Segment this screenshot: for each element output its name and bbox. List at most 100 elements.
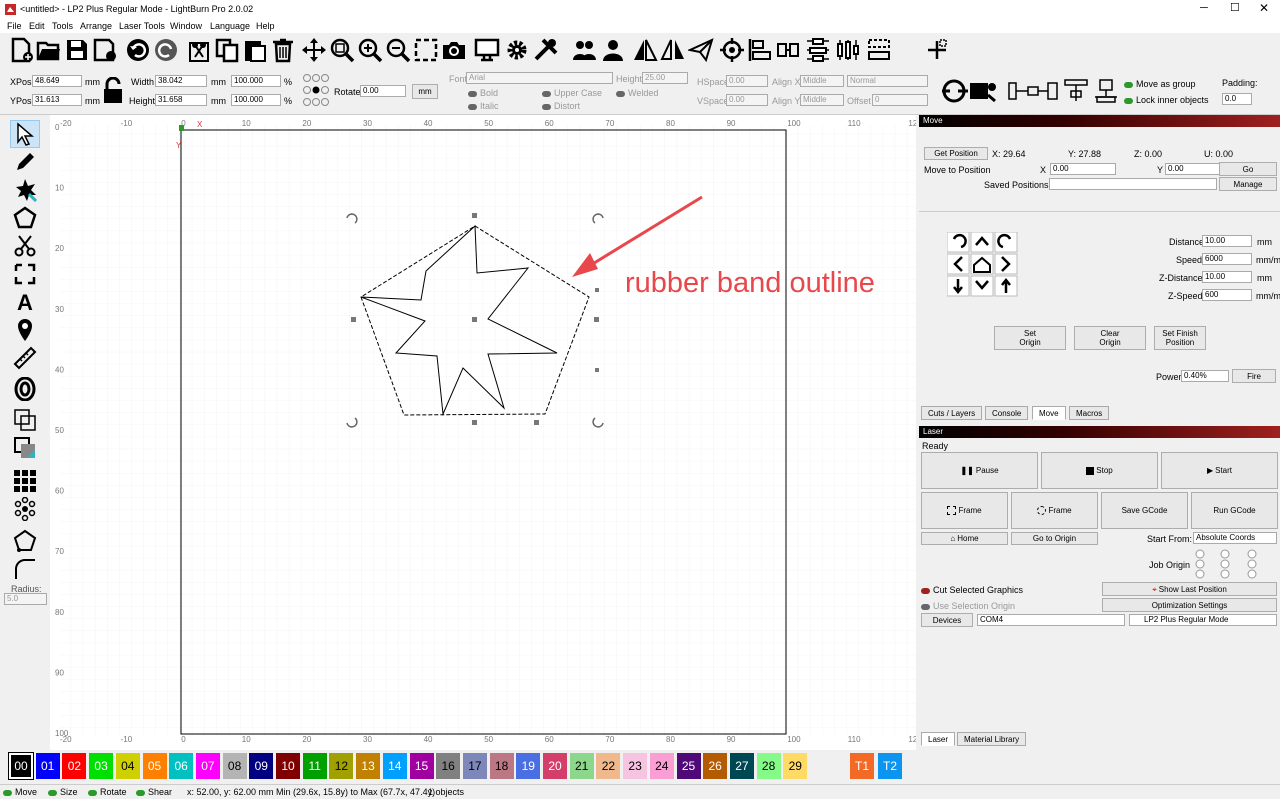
z-speed-field[interactable]: 600 (1202, 289, 1252, 301)
width-percent-field[interactable]: 100.000 (231, 75, 281, 87)
target-crosshair-icon[interactable] (717, 35, 747, 65)
uppercase-toggle[interactable]: Upper Case (542, 88, 602, 98)
radius-field[interactable]: 5.0 (4, 593, 47, 605)
dock-icon[interactable] (864, 35, 894, 65)
menu-language[interactable]: Language (210, 21, 250, 31)
minimize-button[interactable]: ─ (1200, 2, 1208, 14)
layer-color-22[interactable]: 22 (596, 753, 621, 779)
edit-star-icon[interactable] (10, 176, 40, 204)
zoom-out-icon[interactable] (383, 35, 413, 65)
layer-color-09[interactable]: 09 (249, 753, 274, 779)
path-order-icon[interactable] (1008, 77, 1060, 105)
height-field[interactable]: 31.658 (155, 94, 207, 106)
monitor-icon[interactable] (472, 35, 502, 65)
start-from-select[interactable]: Absolute Coords (1193, 532, 1277, 544)
layer-color-05[interactable]: 05 (142, 753, 167, 779)
tab-console[interactable]: Console (985, 406, 1029, 420)
save-icon[interactable] (62, 35, 92, 65)
rotary-icon[interactable] (940, 77, 970, 105)
start-button[interactable]: ▶ Start (1161, 452, 1278, 489)
layer-color-02[interactable]: 02 (62, 753, 87, 779)
align-bars-icon[interactable] (833, 35, 863, 65)
pause-button[interactable]: ❚❚ Pause (921, 452, 1038, 489)
use-selection-origin-toggle[interactable]: Use Selection Origin (921, 601, 1015, 611)
layer-color-17[interactable]: 17 (462, 753, 487, 779)
show-last-position-button[interactable]: ⌖ Show Last Position (1102, 582, 1277, 596)
grid-array-icon[interactable] (10, 467, 40, 495)
device-select[interactable]: LP2 Plus Regular Mode (1129, 614, 1277, 626)
job-origin-selector[interactable] (1194, 549, 1260, 579)
new-file-icon[interactable] (6, 35, 36, 65)
tee-layout-icon[interactable] (1063, 77, 1091, 105)
zoom-frame-icon[interactable] (411, 35, 441, 65)
zoom-in-icon[interactable] (355, 35, 385, 65)
frame-rect-button[interactable]: Frame (921, 492, 1008, 529)
menu-help[interactable]: Help (256, 21, 275, 31)
design-canvas[interactable]: X Y -20-100102030405060708090100110120 0… (50, 115, 916, 750)
manage-button[interactable]: Manage (1219, 177, 1277, 191)
font-select[interactable]: Arial (466, 72, 613, 84)
machine-icon[interactable] (968, 77, 998, 105)
fire-button[interactable]: Fire (1232, 369, 1276, 383)
lock-inner-toggle[interactable]: Lock inner objects (1124, 95, 1209, 105)
set-origin-button[interactable]: Set Origin (994, 326, 1066, 350)
run-gcode-button[interactable]: Run GCode (1191, 492, 1278, 529)
optimization-settings-button[interactable]: Optimization Settings (1102, 598, 1277, 612)
flip-horizontal-icon[interactable] (630, 35, 660, 65)
select-tool-icon[interactable] (10, 120, 40, 148)
layer-color-14[interactable]: 14 (382, 753, 407, 779)
layer-color-00[interactable]: 00 (8, 752, 34, 780)
layer-color-03[interactable]: 03 (89, 753, 114, 779)
layer-color-12[interactable]: 12 (329, 753, 354, 779)
lock-aspect-icon[interactable] (102, 77, 124, 105)
saved-positions-select[interactable] (1049, 178, 1217, 190)
layer-color-T2[interactable]: T2 (878, 753, 902, 779)
home-button[interactable]: ⌂ Home (921, 532, 1008, 545)
zoom-fit-icon[interactable] (327, 35, 357, 65)
rectangle-tool-icon[interactable] (10, 260, 40, 288)
mirror-icon[interactable] (658, 35, 688, 65)
clear-origin-button[interactable]: Clear Origin (1074, 326, 1146, 350)
weld-icon[interactable] (10, 406, 40, 434)
devices-button[interactable]: Devices (921, 613, 973, 627)
layer-color-21[interactable]: 21 (569, 753, 594, 779)
tools-wrench-icon[interactable] (531, 35, 561, 65)
cut-icon[interactable] (184, 35, 214, 65)
layer-color-10[interactable]: 10 (276, 753, 300, 779)
polygon-tool-icon[interactable] (10, 204, 40, 232)
move-as-group-toggle[interactable]: Move as group (1124, 79, 1196, 89)
offset-field[interactable]: 0 (872, 94, 928, 106)
menu-tools[interactable]: Tools (52, 21, 73, 31)
align-center-icon[interactable] (773, 35, 803, 65)
offset-shapes-icon[interactable] (10, 375, 40, 403)
layer-color-T1[interactable]: T1 (850, 753, 874, 779)
camera-icon[interactable] (439, 35, 469, 65)
vspace-field[interactable]: 0.00 (726, 94, 768, 106)
align-y-select[interactable]: Middle (800, 94, 844, 106)
welded-toggle[interactable]: Welded (616, 88, 658, 98)
cut-selected-toggle[interactable]: Cut Selected Graphics (921, 585, 1023, 595)
layer-color-07[interactable]: 07 (195, 753, 220, 779)
distribute-icon[interactable] (803, 35, 833, 65)
layer-color-08[interactable]: 08 (222, 753, 247, 779)
text-mode-select[interactable]: Normal (847, 75, 928, 87)
go-button[interactable]: Go (1219, 162, 1277, 176)
menu-laser-tools[interactable]: Laser Tools (119, 21, 165, 31)
redo-icon[interactable] (151, 35, 181, 65)
go-to-origin-button[interactable]: Go to Origin (1011, 532, 1098, 545)
edit-nodes-pencil-icon[interactable] (10, 148, 40, 176)
menu-file[interactable]: File (7, 21, 22, 31)
layer-color-11[interactable]: 11 (302, 753, 327, 779)
grid-snap-icon[interactable] (922, 35, 952, 65)
measure-ruler-icon[interactable] (10, 344, 40, 372)
close-button[interactable]: ✕ (1259, 1, 1269, 15)
status-shear-toggle[interactable]: Shear (136, 787, 172, 797)
tab-material-library[interactable]: Material Library (957, 732, 1027, 746)
italic-toggle[interactable]: Italic (468, 101, 499, 111)
layer-color-01[interactable]: 01 (35, 753, 60, 779)
boolean-subtract-icon[interactable] (10, 434, 40, 462)
status-rotate-toggle[interactable]: Rotate (88, 787, 127, 797)
height-percent-field[interactable]: 100.000 (231, 94, 281, 106)
layer-color-06[interactable]: 06 (169, 753, 194, 779)
port-select[interactable]: COM4 (977, 614, 1125, 626)
